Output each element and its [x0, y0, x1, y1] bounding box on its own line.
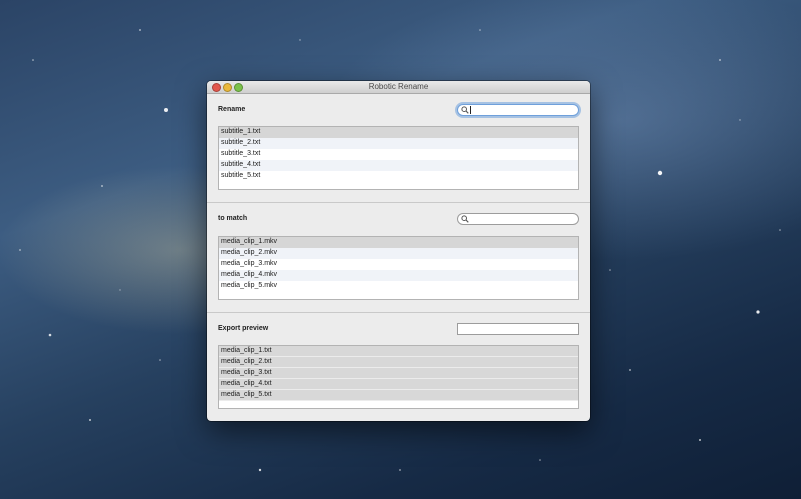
list-item[interactable]: media_clip_5.txt: [219, 390, 578, 401]
list-item[interactable]: media_clip_5.mkv: [219, 281, 578, 292]
text-cursor: [470, 106, 471, 114]
list-item[interactable]: media_clip_3.mkv: [219, 259, 578, 270]
list-item[interactable]: media_clip_4.mkv: [219, 270, 578, 281]
section-divider: [207, 312, 590, 313]
search-icon: [461, 106, 469, 114]
list-item[interactable]: subtitle_2.txt: [219, 138, 578, 149]
export-pattern-field[interactable]: [457, 323, 579, 335]
export-preview-list[interactable]: media_clip_1.txt media_clip_2.txt media_…: [218, 345, 579, 409]
match-file-list[interactable]: media_clip_1.mkv media_clip_2.mkv media_…: [218, 236, 579, 300]
section-divider: [207, 202, 590, 203]
rename-file-list[interactable]: subtitle_1.txt subtitle_2.txt subtitle_3…: [218, 126, 579, 190]
list-item[interactable]: media_clip_2.txt: [219, 357, 578, 368]
rename-label: Rename: [218, 106, 246, 113]
match-search-input[interactable]: [457, 213, 579, 225]
list-item[interactable]: media_clip_3.txt: [219, 368, 578, 379]
list-item[interactable]: media_clip_1.mkv: [219, 237, 578, 248]
title-bar[interactable]: Robotic Rename: [207, 81, 590, 94]
list-item[interactable]: subtitle_1.txt: [219, 127, 578, 138]
match-label: to match: [218, 215, 248, 222]
list-item[interactable]: media_clip_4.txt: [219, 379, 578, 390]
export-label: Export preview: [218, 325, 269, 332]
rename-search-input[interactable]: [457, 104, 579, 116]
list-item[interactable]: subtitle_3.txt: [219, 149, 578, 160]
list-item[interactable]: media_clip_2.mkv: [219, 248, 578, 259]
app-window: Robotic Rename Rename subtitle_1.txt sub…: [207, 81, 590, 421]
list-item[interactable]: subtitle_5.txt: [219, 171, 578, 182]
window-title: Robotic Rename: [368, 82, 429, 91]
search-icon: [461, 215, 469, 223]
list-item[interactable]: subtitle_4.txt: [219, 160, 578, 171]
list-item[interactable]: media_clip_1.txt: [219, 346, 578, 357]
